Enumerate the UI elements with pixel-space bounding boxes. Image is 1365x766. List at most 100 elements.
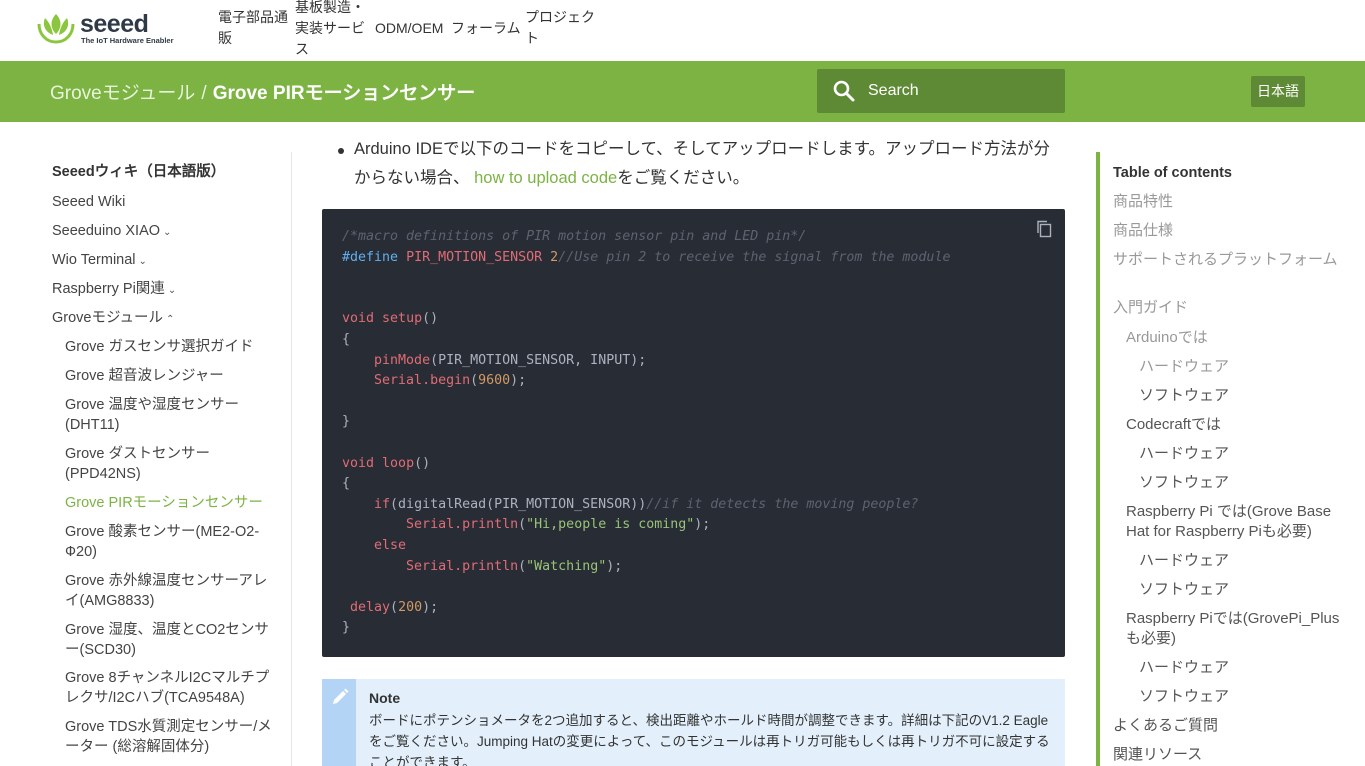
sidebar-item-gas-sensor-guide[interactable]: Grove ガスセンサ選択ガイド xyxy=(65,337,280,357)
toc-item-codecraft[interactable]: Codecraftでは xyxy=(1126,415,1221,435)
language-button[interactable]: 日本語 xyxy=(1251,76,1305,107)
toc-item-getting-started[interactable]: 入門ガイド xyxy=(1113,298,1188,318)
breadcrumb-parent[interactable]: Groveモジュール xyxy=(50,83,195,104)
code-comment: //if it detects the moving people? xyxy=(646,496,919,512)
logo-tagline: The IoT Hardware Enabler xyxy=(81,36,174,45)
code-keyword: void xyxy=(342,311,375,327)
sidebar-item-scd30[interactable]: Grove 湿度、温度とCO2センサー(SCD30) xyxy=(65,620,280,660)
upload-code-link[interactable]: how to upload code xyxy=(474,169,617,187)
seeed-logo[interactable]: seeed The IoT Hardware Enabler xyxy=(36,10,176,46)
code-identifier: Serial xyxy=(406,558,455,574)
page-header: Groveモジュール / Grove PIRモーションセンサー Search 日本語 xyxy=(0,61,1365,122)
sidebar-title[interactable]: Seeedウィキ（日本語版） xyxy=(52,162,225,182)
chevron-down-icon: ⌄ xyxy=(167,285,177,296)
code-keyword: #define xyxy=(342,249,399,265)
toc-item-hardware[interactable]: ハードウェア xyxy=(1139,444,1229,464)
code-punct: ); xyxy=(510,373,527,389)
sidebar-item-label: Seeeduino XIAO xyxy=(52,223,161,239)
code-comment: //Use pin 2 to receive the signal from t… xyxy=(558,249,951,265)
code-block[interactable]: /*macro definitions of PIR motion sensor… xyxy=(322,209,1065,657)
code-function: delay xyxy=(350,599,391,615)
toc-item-specs[interactable]: 商品仕様 xyxy=(1113,221,1173,241)
note-icon-bar xyxy=(322,679,356,766)
code-keyword: if xyxy=(374,496,391,512)
toc-item-raspberry-pi-grovepi[interactable]: Raspberry Piでは(GrovePi_Plusも必要) xyxy=(1126,609,1341,649)
toc-title: Table of contents xyxy=(1113,165,1232,181)
code-punct: ( xyxy=(518,517,527,533)
sidebar: Seeedウィキ（日本語版） Seeed Wiki Seeeduino XIAO… xyxy=(0,152,292,766)
chevron-up-icon: ⌃ xyxy=(165,314,175,325)
code-punct: ( xyxy=(518,558,527,574)
pencil-icon xyxy=(333,688,349,704)
code-punct: () xyxy=(414,455,431,471)
nav-projects[interactable]: プロジェクト xyxy=(525,7,597,49)
code-punct: } xyxy=(342,414,351,430)
code-args: (PIR_MOTION_SENSOR, INPUT); xyxy=(430,352,647,368)
code-punct: ); xyxy=(694,517,711,533)
code-number: 2 xyxy=(550,249,559,265)
sidebar-item-seeed-wiki[interactable]: Seeed Wiki xyxy=(52,192,125,212)
sidebar-item-label: Wio Terminal xyxy=(52,252,136,268)
toc-item-raspberry-pi-base-hat[interactable]: Raspberry Pi では(Grove Base Hat for Raspb… xyxy=(1126,502,1341,542)
copy-icon[interactable] xyxy=(1036,220,1052,238)
sidebar-item-pir-motion-sensor[interactable]: Grove PIRモーションセンサー xyxy=(65,493,280,513)
sidebar-item-label: Raspberry Pi関連 xyxy=(52,281,165,297)
code-punct: () xyxy=(422,311,439,327)
note-title: Note xyxy=(369,690,401,706)
code-keyword: void xyxy=(342,455,375,471)
toc-item-software[interactable]: ソフトウェア xyxy=(1139,580,1229,600)
nav-forum[interactable]: フォーラム xyxy=(451,18,521,39)
search-box[interactable]: Search xyxy=(817,69,1065,113)
nav-electronics-shop[interactable]: 電子部品通販 xyxy=(218,7,290,49)
chevron-down-icon: ⌄ xyxy=(138,256,147,267)
sidebar-item-ultrasonic-ranger[interactable]: Grove 超音波レンジャー xyxy=(65,366,280,386)
search-icon xyxy=(833,80,855,102)
toc-item-software[interactable]: ソフトウェア xyxy=(1139,473,1229,493)
top-navigation: seeed The IoT Hardware Enabler 電子部品通販 基板… xyxy=(0,0,1365,61)
toc-item-faq[interactable]: よくあるご質問 xyxy=(1113,716,1218,736)
code-function: .println xyxy=(454,517,519,533)
sidebar-item-oxygen-sensor[interactable]: Grove 酸素センサー(ME2-O2-Ф20) xyxy=(65,522,270,562)
sidebar-item-dht11[interactable]: Grove 温度や湿度センサー(DHT11) xyxy=(65,395,265,435)
breadcrumb: Groveモジュール / Grove PIRモーションセンサー xyxy=(50,78,475,105)
nav-odm-oem[interactable]: ODM/OEM xyxy=(375,18,443,39)
code-identifier: Serial xyxy=(406,517,455,533)
instruction-suffix: をご覧ください。 xyxy=(617,169,750,187)
sidebar-item-tds-sensor[interactable]: Grove TDS水質測定センサー/メーター (総溶解固体分) xyxy=(65,717,285,757)
code-function: .begin xyxy=(422,373,471,389)
toc-item-hardware[interactable]: ハードウェア xyxy=(1139,357,1229,377)
code-string: "Hi,people is coming" xyxy=(526,517,695,533)
code-punct: { xyxy=(342,476,351,492)
sidebar-item-amg8833[interactable]: Grove 赤外線温度センサーアレイ(AMG8833) xyxy=(65,571,280,611)
code-identifier: PIR_MOTION_SENSOR xyxy=(406,249,543,265)
toc-item-platforms[interactable]: サポートされるプラットフォーム xyxy=(1113,250,1338,270)
breadcrumb-separator: / xyxy=(201,83,207,104)
code-function: .println xyxy=(454,558,519,574)
sidebar-item-seeeduino-xiao[interactable]: Seeeduino XIAO ⌄ xyxy=(52,221,171,243)
code-function: loop xyxy=(382,455,415,471)
nav-pcb-assembly[interactable]: 基板製造・実装サービス xyxy=(295,0,371,60)
code-punct: } xyxy=(342,620,351,636)
sidebar-item-wio-terminal[interactable]: Wio Terminal ⌄ xyxy=(52,250,147,272)
sidebar-item-raspberry-pi[interactable]: Raspberry Pi関連 ⌄ xyxy=(52,279,176,301)
sidebar-item-label: Groveモジュール xyxy=(52,310,163,326)
code-punct: { xyxy=(342,331,351,347)
note-text: ボードにポテンショメータを2つ追加すると、検出距離やホールド時間が調整できます。… xyxy=(369,713,1050,766)
search-label: Search xyxy=(868,82,919,99)
toc-item-software[interactable]: ソフトウェア xyxy=(1139,687,1229,707)
list-bullet xyxy=(338,148,344,154)
code-keyword: else xyxy=(374,537,407,553)
code-punct: ( xyxy=(470,373,479,389)
sidebar-item-grove-modules[interactable]: Groveモジュール ⌃ xyxy=(52,308,174,330)
toc-item-hardware[interactable]: ハードウェア xyxy=(1139,551,1229,571)
sidebar-item-tca9548a[interactable]: Grove 8チャンネルI2Cマルチプレクサ/I2Cハブ(TCA9548A) xyxy=(65,668,280,708)
toc-item-hardware[interactable]: ハードウェア xyxy=(1139,658,1229,678)
logo-wordmark: seeed xyxy=(80,10,149,38)
toc-item-resources[interactable]: 関連リソース xyxy=(1113,745,1202,765)
toc-item-software[interactable]: ソフトウェア xyxy=(1139,386,1229,406)
toc-item-arduino[interactable]: Arduinoでは xyxy=(1126,328,1208,348)
toc-item-features[interactable]: 商品特性 xyxy=(1113,192,1173,212)
breadcrumb-current: Grove PIRモーションセンサー xyxy=(212,83,476,104)
sidebar-item-dust-sensor[interactable]: Grove ダストセンサー(PPD42NS) xyxy=(65,444,225,484)
code-content: /*macro definitions of PIR motion sensor… xyxy=(342,227,950,639)
